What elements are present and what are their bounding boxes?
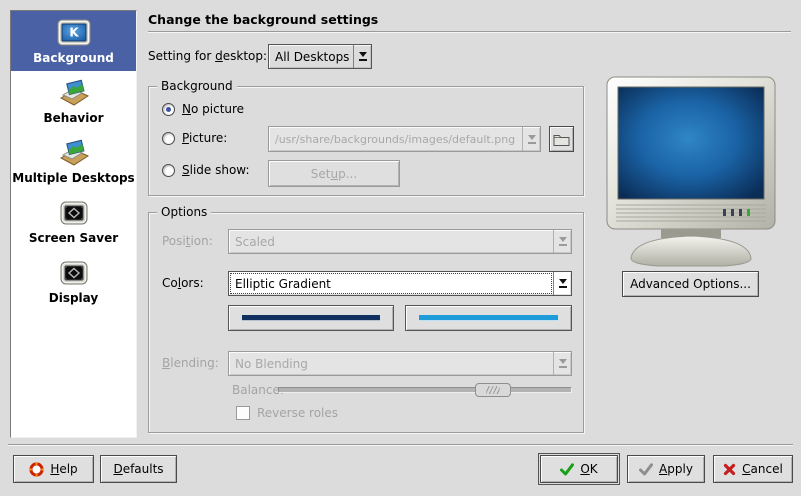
- desktop-select[interactable]: All Desktops: [268, 44, 372, 69]
- sidebar-item-label: Behavior: [43, 111, 103, 125]
- sidebar-item-screen-saver[interactable]: Screen Saver: [11, 191, 136, 251]
- chevron-down-icon: [553, 272, 571, 295]
- background-monitor-icon: K: [56, 18, 92, 48]
- module-list: K Background Behavior: [10, 10, 137, 438]
- sidebar-item-label: Display: [49, 291, 98, 305]
- footer-separator: [8, 444, 793, 446]
- colors-label: Colors:: [162, 276, 204, 290]
- balance-slider-groove: [278, 387, 572, 393]
- desktop-setting-label: Setting for desktop:: [148, 49, 267, 63]
- position-select: Scaled: [228, 229, 572, 254]
- apply-label: Apply: [659, 462, 693, 476]
- ok-check-icon: [560, 463, 574, 476]
- picture-row: Picture:: [162, 131, 227, 145]
- balance-slider-handle: [475, 383, 511, 397]
- gradient-color2-swatch: [419, 315, 558, 321]
- chevron-down-icon: [553, 352, 571, 375]
- gradient-color2-button[interactable]: [405, 305, 572, 331]
- ok-label: OK: [580, 462, 597, 476]
- slide-show-label: Slide show:: [182, 163, 250, 177]
- balance-slider: [278, 383, 572, 398]
- no-picture-radio[interactable]: [162, 103, 175, 116]
- desktop-setting-row: Setting for desktop:: [148, 49, 267, 63]
- picture-path-select: /usr/share/backgrounds/images/default.pn…: [268, 126, 541, 152]
- sidebar-item-label: Screen Saver: [29, 231, 118, 245]
- slide-show-row: Slide show:: [162, 163, 250, 177]
- title-separator: [148, 31, 791, 33]
- defaults-button[interactable]: Defaults: [100, 455, 177, 483]
- help-label: Help: [50, 462, 77, 476]
- help-button[interactable]: Help: [13, 455, 94, 483]
- chevron-down-icon: [553, 230, 571, 253]
- advanced-options-button[interactable]: Advanced Options...: [622, 271, 759, 297]
- reverse-roles-label: Reverse roles: [257, 406, 338, 420]
- folder-icon: [553, 133, 570, 146]
- apply-button[interactable]: Apply: [627, 455, 705, 483]
- picture-label: Picture:: [182, 131, 227, 145]
- apply-check-icon: [639, 463, 653, 476]
- cancel-x-icon: [723, 463, 736, 476]
- slide-show-radio[interactable]: [162, 164, 175, 177]
- reverse-roles-row: Reverse roles: [236, 406, 338, 420]
- no-picture-row: No picture: [162, 102, 244, 116]
- sidebar-item-behavior[interactable]: Behavior: [11, 71, 136, 131]
- help-icon: [29, 462, 44, 477]
- blending-label: Blending:: [162, 356, 219, 370]
- advanced-options-label: Advanced Options...: [630, 277, 751, 291]
- ok-button[interactable]: OK: [540, 455, 618, 483]
- reverse-roles-checkbox: [236, 406, 250, 420]
- sidebar-item-multiple-desktops[interactable]: Multiple Desktops: [11, 131, 136, 191]
- sidebar-item-background[interactable]: K Background: [11, 11, 136, 71]
- setup-button: Setup...: [268, 160, 400, 187]
- options-group-title: Options: [157, 205, 211, 219]
- desktop-behavior-icon: [58, 78, 90, 108]
- gradient-color1-button[interactable]: [228, 305, 394, 331]
- position-label: Position:: [162, 234, 213, 248]
- screen-saver-icon: [60, 198, 88, 228]
- multiple-desktops-icon: [58, 138, 90, 168]
- sidebar-item-label: Background: [33, 51, 114, 65]
- blending-select: No Blending: [228, 351, 572, 376]
- display-icon: [60, 258, 88, 288]
- svg-text:K: K: [69, 25, 79, 39]
- chevron-down-icon: [353, 45, 371, 68]
- sidebar-item-label: Multiple Desktops: [12, 171, 134, 185]
- cancel-label: Cancel: [742, 462, 783, 476]
- sidebar-item-display[interactable]: Display: [11, 251, 136, 311]
- browse-picture-button: [549, 126, 574, 152]
- balance-label: Balance:: [232, 383, 284, 397]
- cancel-button[interactable]: Cancel: [713, 455, 793, 483]
- gradient-color1-swatch: [242, 315, 380, 321]
- defaults-label: Defaults: [113, 462, 163, 476]
- monitor-preview: [606, 76, 776, 268]
- page-title: Change the background settings: [148, 12, 378, 27]
- setup-button-label: Setup...: [311, 167, 357, 181]
- no-picture-label: No picture: [182, 102, 244, 116]
- background-settings-dialog: K Background Behavior: [0, 0, 801, 496]
- chevron-down-icon: [522, 127, 540, 151]
- colors-select[interactable]: Elliptic Gradient: [228, 271, 572, 296]
- background-group-title: Background: [157, 79, 237, 93]
- picture-radio[interactable]: [162, 132, 175, 145]
